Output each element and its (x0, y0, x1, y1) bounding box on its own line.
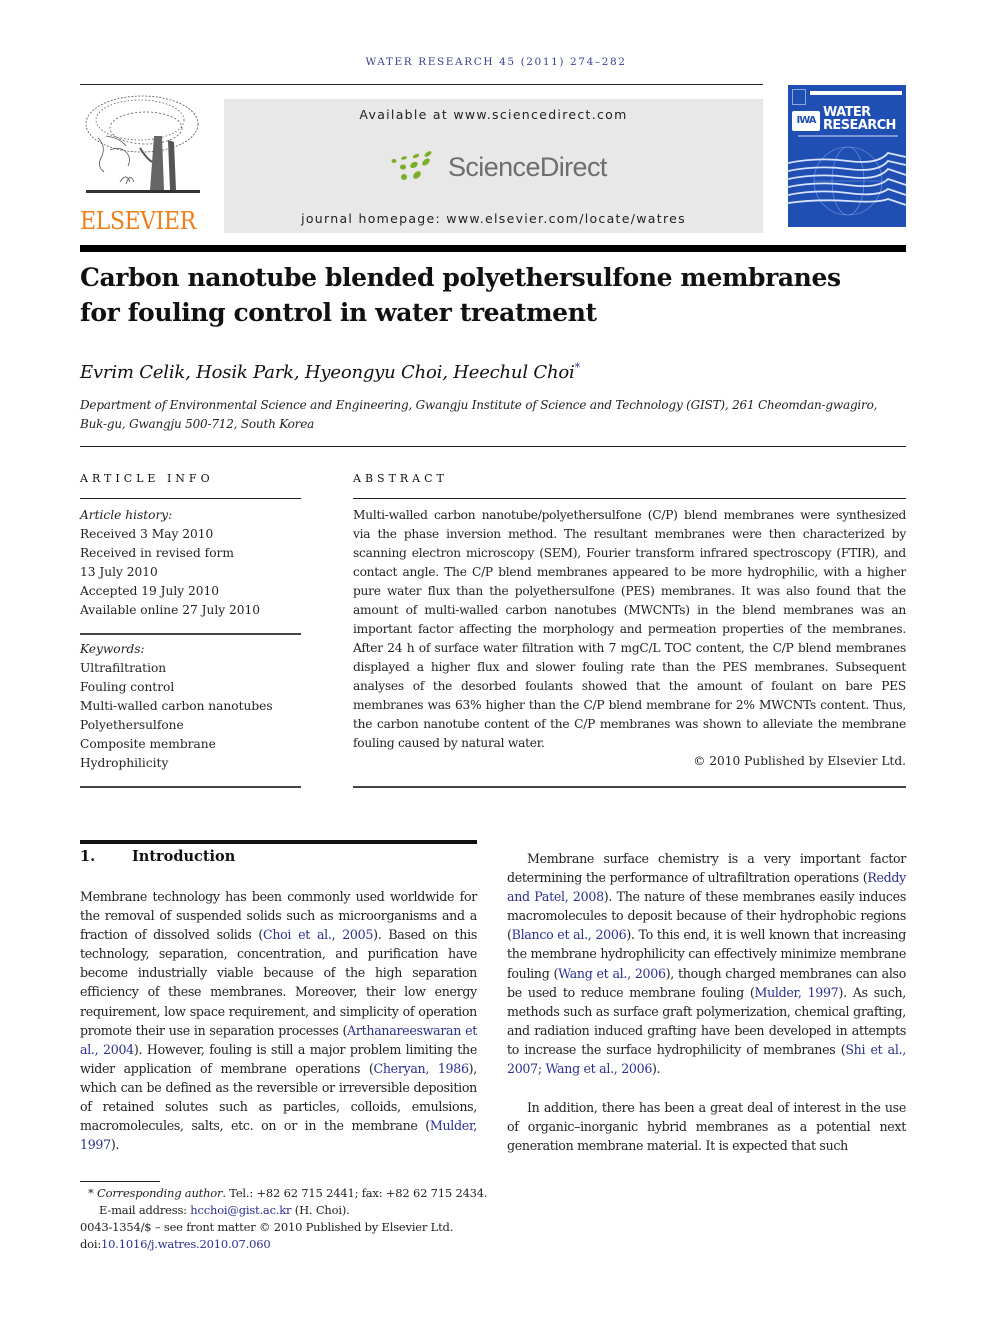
doi-link[interactable]: 10.1016/j.watres.2010.07.060 (101, 1237, 271, 1251)
elsevier-logo[interactable]: ELSEVIER (80, 90, 204, 240)
citation-link[interactable]: Wang et al., 2006 (558, 966, 666, 981)
citation-link[interactable]: Blanco et al., 2006 (512, 927, 627, 942)
affiliation: Department of Environmental Science and … (80, 396, 906, 434)
article-title-line1: Carbon nanotube blended polyethersulfone… (80, 263, 841, 292)
history-item: Received in revised form (80, 546, 234, 560)
sciencedirect-logo[interactable]: ScienceDirect (390, 147, 607, 187)
keywords-rule (80, 633, 301, 635)
intro-paragraph-1: Membrane technology has been commonly us… (80, 887, 477, 1154)
abstract-heading: ABSTRACT (353, 472, 448, 485)
affiliation-rule (80, 446, 906, 447)
abstract-text: Multi-walled carbon nanotube/polyethersu… (353, 508, 906, 750)
abstract-bottom-rule (353, 786, 906, 788)
abstract-rule (353, 498, 906, 499)
keyword-item: Polyethersulfone (80, 718, 184, 732)
keyword-item: Ultrafiltration (80, 661, 167, 675)
corresponding-label: Corresponding author (97, 1186, 223, 1200)
history-item: Available online 27 July 2010 (80, 603, 261, 617)
keyword-item: Multi-walled carbon nanotubes (80, 699, 273, 713)
article-history-label: Article history: (80, 508, 173, 522)
cover-waves-graphic (788, 146, 906, 216)
footnotes: * Corresponding author. Tel.: +82 62 715… (80, 1185, 500, 1253)
authors-text: Evrim Celik, Hosik Park, Hyeongyu Choi, … (80, 362, 575, 383)
article-history: Article history: Received 3 May 2010 Rec… (80, 506, 301, 620)
journal-homepage-link[interactable]: journal homepage: www.elsevier.com/locat… (224, 211, 763, 226)
cover-bottom-bar (788, 227, 906, 233)
keywords: Keywords: Ultrafiltration Fouling contro… (80, 640, 301, 773)
text-run: Membrane surface chemistry is a very imp… (507, 851, 906, 886)
cover-subtitle-bar (798, 135, 898, 137)
corresponding-author-note: * Corresponding author. Tel.: +82 62 715… (80, 1185, 500, 1202)
article-info-bottom-rule (80, 786, 301, 788)
citation-link[interactable]: Mulder, 1997 (754, 985, 838, 1000)
text-run: ). (110, 1137, 120, 1153)
citation-link[interactable]: Cheryan, 1986 (374, 1061, 469, 1076)
article-info-heading: ARTICLE INFO (80, 472, 214, 485)
section-heading-introduction: 1. Introduction (80, 848, 235, 865)
cover-top-bar (810, 91, 902, 95)
keyword-item: Hydrophilicity (80, 756, 169, 770)
article-title-line2: for fouling control in water treatment (80, 298, 597, 327)
intro-paragraph-2: Membrane surface chemistry is a very imp… (507, 849, 906, 1078)
footnote-marker: * (88, 1186, 94, 1200)
sciencedirect-wordmark: ScienceDirect (448, 151, 607, 182)
text-run: ). (652, 1061, 661, 1077)
journal-cover-thumbnail[interactable]: IWA WATER RESEARCH (788, 85, 906, 233)
history-item: Received 3 May 2010 (80, 527, 214, 541)
elsevier-wordmark: ELSEVIER (80, 207, 196, 235)
header-rule (80, 84, 763, 85)
text-run: ). Based on this technology, separation,… (80, 927, 477, 1038)
keywords-label: Keywords: (80, 642, 145, 656)
cover-title: WATER RESEARCH (823, 106, 896, 132)
cover-publisher-mark (792, 89, 806, 105)
available-at-text[interactable]: Available at www.sciencedirect.com (224, 107, 763, 122)
keyword-item: Composite membrane (80, 737, 216, 751)
affiliation-line2: Buk-gu, Gwangju 500-712, South Korea (80, 417, 315, 431)
elsevier-tree-icon (85, 95, 200, 193)
intro-paragraph-3: In addition, there has been a great deal… (507, 1098, 906, 1155)
email-suffix: (H. Choi). (291, 1203, 350, 1217)
affiliation-line1: Department of Environmental Science and … (80, 398, 878, 412)
header-thick-rule (80, 245, 906, 252)
section-number: 1. (80, 848, 96, 865)
footnote-rule (80, 1181, 160, 1182)
email-label: E-mail address: (99, 1203, 191, 1217)
doi-note: doi:10.1016/j.watres.2010.07.060 (80, 1236, 500, 1253)
contact-text: . Tel.: +82 62 715 2441; fax: +82 62 715… (222, 1186, 488, 1200)
citation-link[interactable]: Choi et al., 2005 (263, 927, 373, 942)
section-rule (80, 840, 477, 844)
history-item: Accepted 19 July 2010 (80, 584, 220, 598)
corresponding-author-marker[interactable]: * (575, 361, 581, 374)
doi-label: doi: (80, 1237, 102, 1251)
abstract-copyright: © 2010 Published by Elsevier Ltd. (693, 754, 906, 768)
sciencedirect-banner: Available at www.sciencedirect.com Scien… (224, 99, 763, 233)
running-head: WATER RESEARCH 45 (2011) 274–282 (365, 56, 627, 68)
article-info-rule (80, 498, 301, 499)
author-list: Evrim Celik, Hosik Park, Hyeongyu Choi, … (80, 361, 580, 383)
article-title: Carbon nanotube blended polyethersulfone… (80, 260, 906, 330)
front-matter-note: 0043-1354/$ – see front matter © 2010 Pu… (80, 1220, 454, 1234)
email-link[interactable]: hcchoi@gist.ac.kr (190, 1203, 291, 1217)
text-run: In addition, there has been a great deal… (507, 1100, 906, 1154)
iwa-logo-icon: IWA (792, 111, 820, 131)
sciencedirect-dots-icon (391, 151, 432, 180)
email-note: E-mail address: hcchoi@gist.ac.kr (H. Ch… (80, 1202, 500, 1219)
cover-title-line2: RESEARCH (823, 118, 896, 133)
history-item: 13 July 2010 (80, 565, 158, 579)
section-title: Introduction (132, 848, 236, 865)
keyword-item: Fouling control (80, 680, 175, 694)
